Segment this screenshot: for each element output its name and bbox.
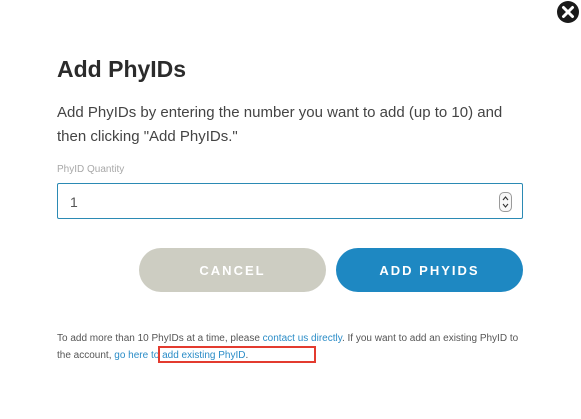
- add-phyids-button[interactable]: ADD PHYIDS: [336, 248, 523, 292]
- quantity-label: PhyID Quantity: [57, 164, 125, 175]
- quantity-value: 1: [70, 194, 78, 210]
- footer-text-1: To add more than 10 PhyIDs at a time, pl…: [57, 333, 263, 344]
- highlight-box: [158, 346, 316, 363]
- close-icon: [557, 1, 579, 23]
- quantity-stepper[interactable]: [499, 192, 512, 212]
- quantity-input[interactable]: 1: [57, 183, 523, 219]
- add-phyids-modal: Add PhyIDs Add PhyIDs by entering the nu…: [0, 0, 581, 419]
- modal-title: Add PhyIDs: [57, 56, 187, 82]
- modal-description: Add PhyIDs by entering the number you wa…: [57, 104, 503, 145]
- cancel-button[interactable]: CANCEL: [139, 248, 326, 292]
- close-button[interactable]: [556, 0, 580, 24]
- contact-us-link[interactable]: contact us directly: [263, 333, 342, 344]
- stepper-arrows-icon: [502, 196, 509, 208]
